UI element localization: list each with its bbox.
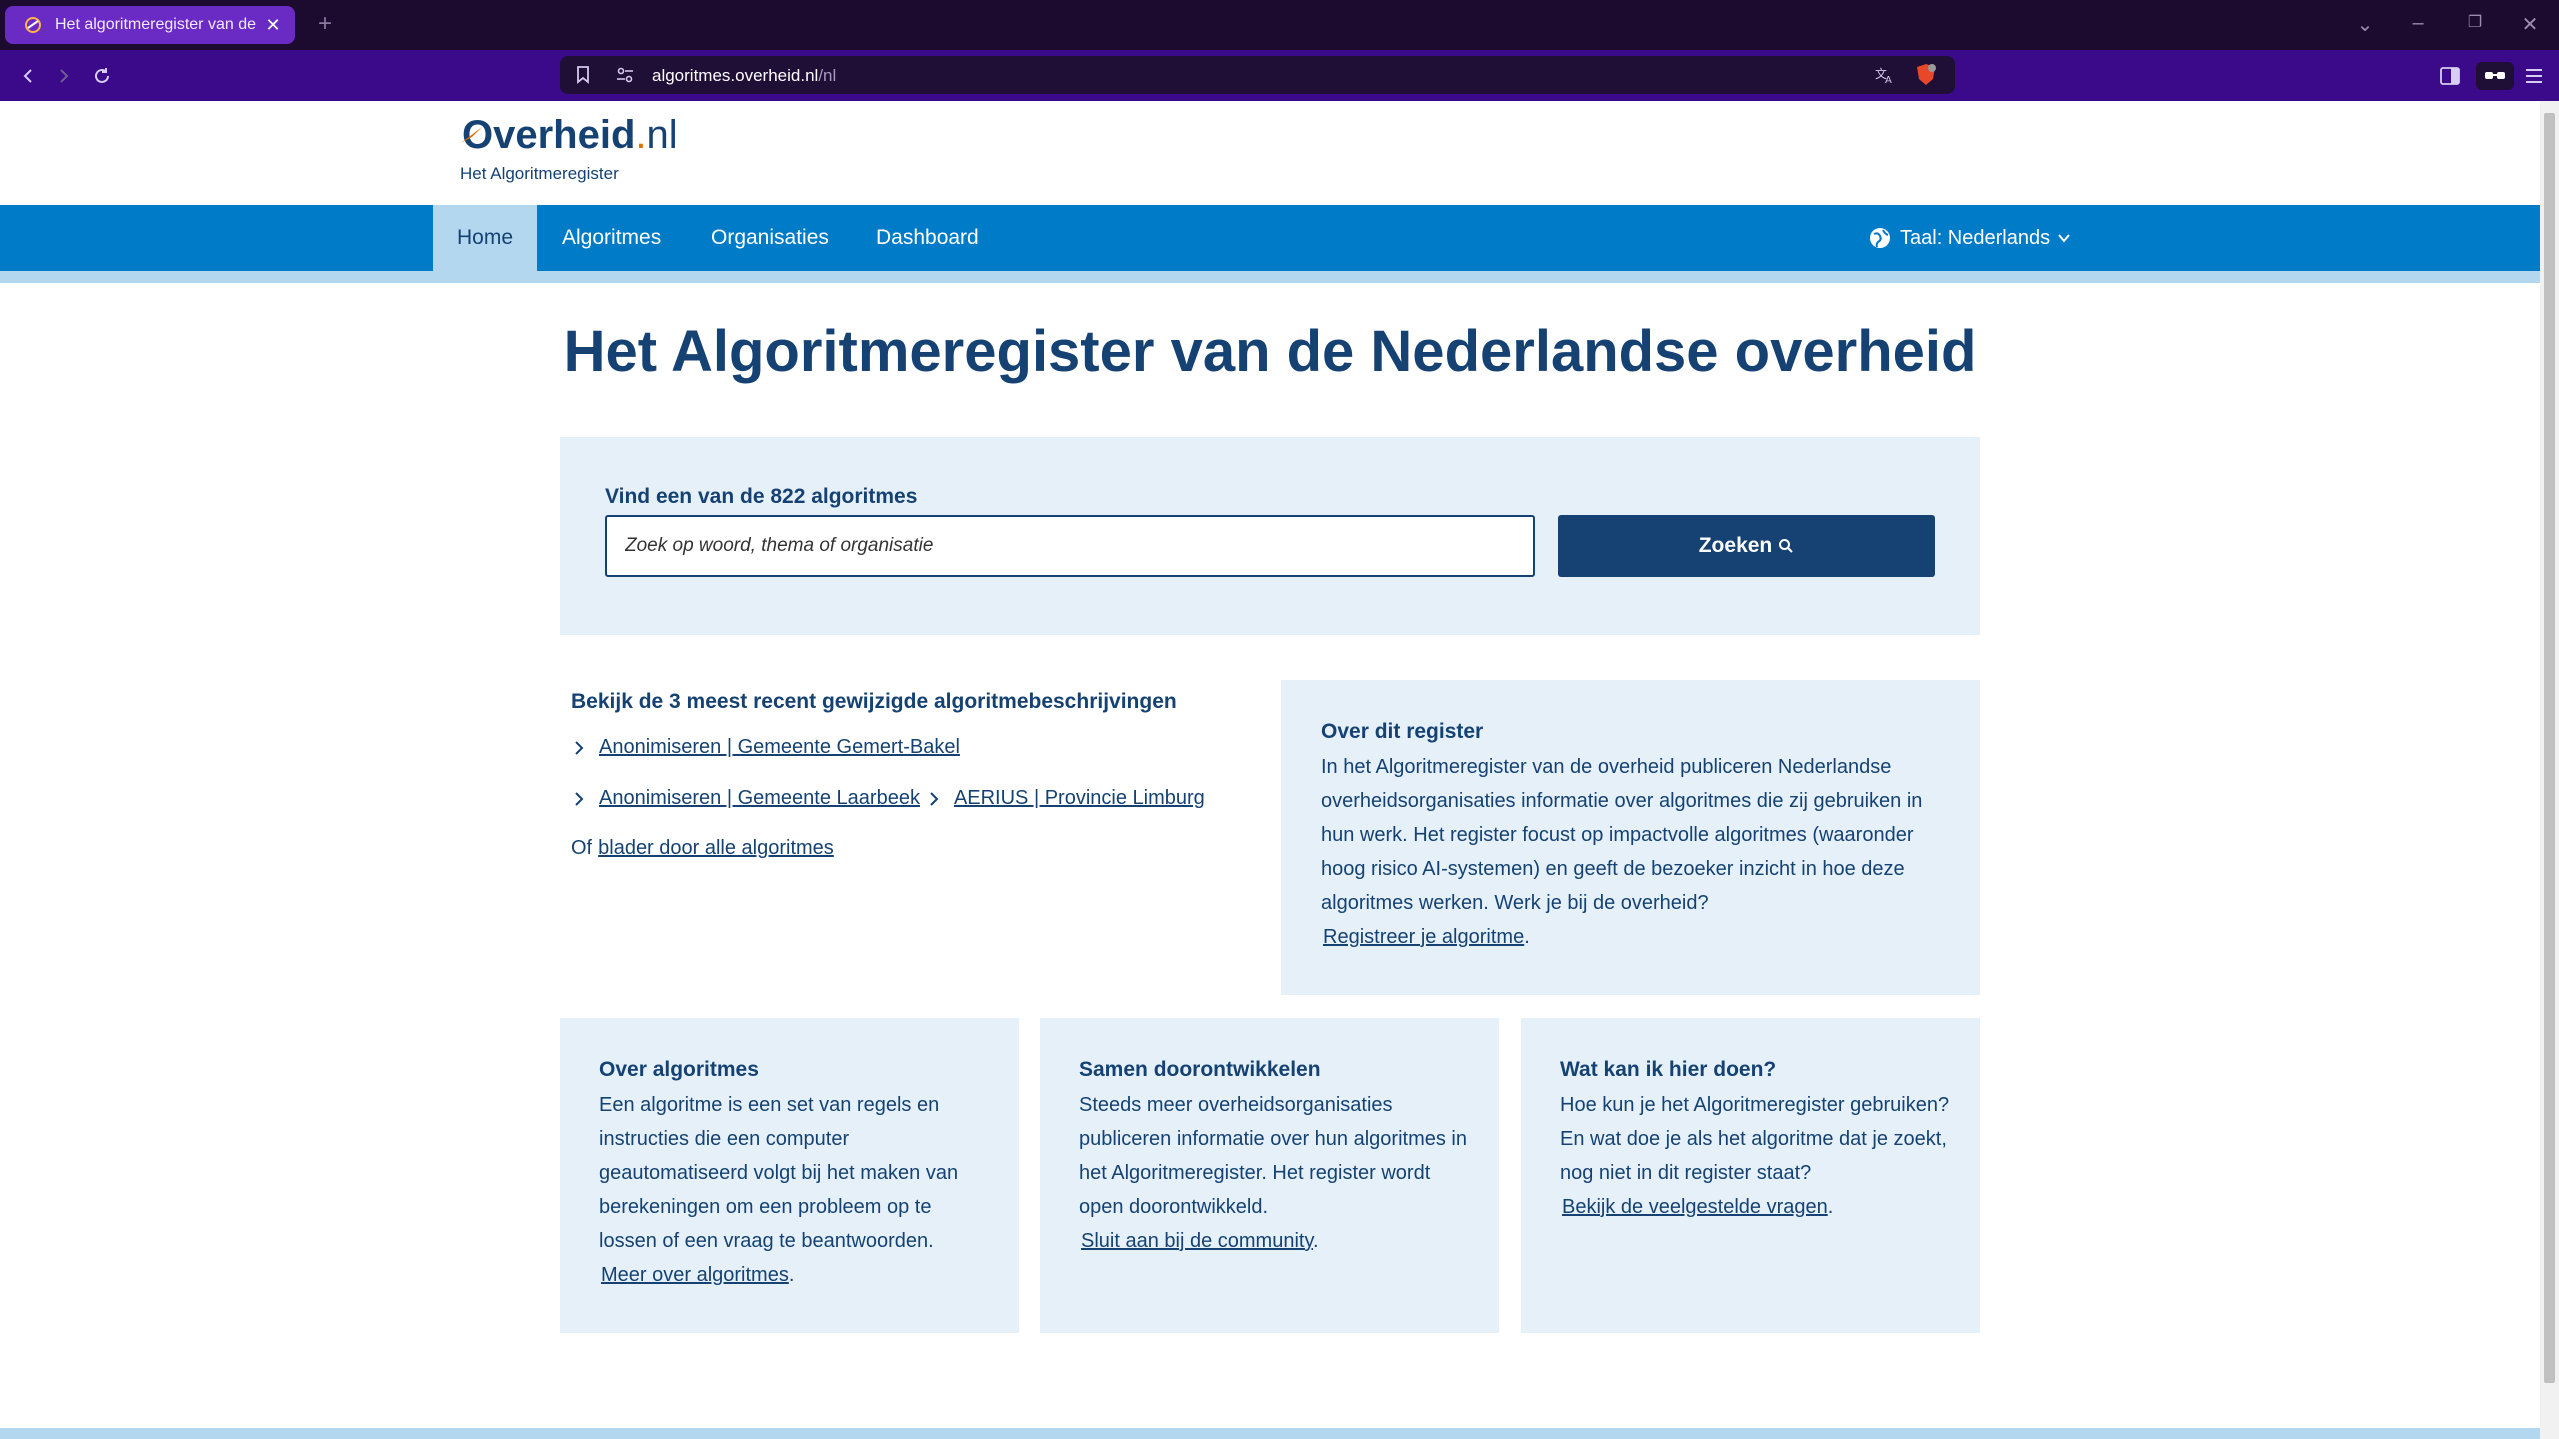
main-navigation: Home Algoritmes Organisaties Dashboard T… xyxy=(0,205,2540,271)
card-title: Wat kan ik hier doen? xyxy=(1560,1058,1777,1081)
card-samen-doorontwikkelen: Samen doorontwikkelen Steeds meer overhe… xyxy=(1040,1018,1499,1333)
card-text: Hoe kun je het Algoritmeregister gebruik… xyxy=(1560,1088,1950,1224)
browse-all-link[interactable]: blader door alle algoritmes xyxy=(598,837,834,860)
logo-dot: . xyxy=(635,113,647,157)
menu-icon[interactable] xyxy=(2520,62,2548,90)
close-window-button[interactable]: ✕ xyxy=(2515,12,2545,37)
card-title: Samen doorontwikkelen xyxy=(1079,1058,1321,1081)
join-community-link[interactable]: Sluit aan bij de community xyxy=(1081,1230,1313,1252)
language-selector[interactable]: Taal: Nederlands xyxy=(1868,205,2072,271)
search-button-label: Zoeken xyxy=(1698,534,1773,557)
about-title: Over dit register xyxy=(1321,720,1484,743)
card-body: Hoe kun je het Algoritmeregister gebruik… xyxy=(1560,1094,1950,1184)
language-label: Taal: Nederlands xyxy=(1900,226,2051,249)
recent-row-2: Anonimiseren | Gemeente Laarbeek AERIUS … xyxy=(571,787,1205,810)
reload-icon[interactable] xyxy=(88,62,116,90)
tab-title: Het algoritmeregister van de N xyxy=(55,16,261,33)
logo-text: Overheid xyxy=(462,113,636,157)
browse-prefix: Of xyxy=(571,837,593,859)
recent-algorithms: Bekijk de 3 meest recent gewijzigde algo… xyxy=(571,690,1271,859)
card-wat-kan-ik-hier-doen: Wat kan ik hier doen? Hoe kun je het Alg… xyxy=(1521,1018,1980,1333)
sidebar-icon[interactable] xyxy=(2436,62,2464,90)
url-domain: algoritmes.overheid.nl xyxy=(652,66,819,85)
globe-icon xyxy=(1870,228,1890,248)
search-button[interactable]: Zoeken xyxy=(1558,515,1935,577)
card-suffix: . xyxy=(788,1264,795,1286)
site-settings-icon[interactable] xyxy=(614,64,636,86)
browser-tab-bar: Het algoritmeregister van de N ✕ + ⌄ – ❐… xyxy=(0,0,2559,50)
browser-toolbar: algoritmes.overheid.nl/nl 文A xyxy=(0,50,2559,101)
scrollbar-thumb[interactable] xyxy=(2544,113,2555,1383)
recent-row-1: Anonimiseren | Gemeente Gemert-Bakel xyxy=(571,736,960,759)
restore-button[interactable]: ❐ xyxy=(2460,12,2490,32)
chevron-right-icon xyxy=(571,738,587,758)
back-arrow-icon[interactable] xyxy=(14,62,42,90)
recent-link-aerius[interactable]: AERIUS | Provincie Limburg xyxy=(954,787,1205,810)
nav-item-home[interactable]: Home xyxy=(433,205,537,271)
card-body: Een algoritme is een set van regels en i… xyxy=(599,1094,959,1252)
card-title: Over algoritmes xyxy=(599,1058,759,1081)
search-label: Vind een van de 822 algoritmes xyxy=(605,485,918,508)
chevron-right-icon xyxy=(571,789,587,809)
chevron-right-icon xyxy=(926,789,942,809)
search-panel: Vind een van de 822 algoritmes Zoeken xyxy=(560,437,1980,635)
card-suffix: . xyxy=(1312,1230,1319,1252)
nav-item-organisaties[interactable]: Organisaties xyxy=(686,205,854,271)
minimize-button[interactable]: – xyxy=(2403,12,2433,35)
address-bar[interactable]: algoritmes.overheid.nl/nl 文A xyxy=(560,56,1955,94)
url-path: /nl xyxy=(818,66,837,85)
forward-arrow-icon[interactable] xyxy=(50,62,78,90)
browse-all-row: Of blader door alle algoritmes xyxy=(571,837,834,860)
svg-text:A: A xyxy=(1885,75,1892,84)
logo-arrow-icon xyxy=(461,127,482,143)
overheid-favicon-icon xyxy=(23,15,43,35)
new-tab-button[interactable]: + xyxy=(312,12,338,38)
page-title: Het Algoritmeregister van de Nederlandse… xyxy=(563,319,1977,384)
page-scrollbar[interactable] xyxy=(2540,101,2559,1439)
brave-shield-icon[interactable] xyxy=(1915,64,1937,86)
logo-subtitle: Het Algoritmeregister xyxy=(460,164,619,183)
bookmark-icon[interactable] xyxy=(572,64,594,86)
translate-icon[interactable]: 文A xyxy=(1874,64,1896,86)
url-text[interactable]: algoritmes.overheid.nl/nl xyxy=(652,66,836,86)
site-logo[interactable]: Overheid. nl xyxy=(462,113,678,158)
about-register-panel: Over dit register In het Algoritmeregist… xyxy=(1281,680,1980,995)
site-header: Overheid. nl Het Algoritmeregister xyxy=(0,101,2540,205)
card-over-algoritmes: Over algoritmes Een algoritme is een set… xyxy=(560,1018,1019,1333)
faq-link[interactable]: Bekijk de veelgestelde vragen xyxy=(1562,1196,1828,1218)
register-algorithm-link[interactable]: Registreer je algoritme xyxy=(1323,926,1524,948)
logo-tld: nl xyxy=(646,113,678,157)
about-text: In het Algoritmeregister van de overheid… xyxy=(1321,750,1942,954)
card-text: Een algoritme is een set van regels en i… xyxy=(599,1088,989,1292)
browser-tab-active[interactable]: Het algoritmeregister van de N ✕ xyxy=(5,6,295,44)
recent-link-laarbeek[interactable]: Anonimiseren | Gemeente Laarbeek xyxy=(599,787,920,810)
close-icon[interactable]: ✕ xyxy=(261,13,285,37)
card-body: Steeds meer overheidsorganisaties public… xyxy=(1079,1094,1467,1218)
about-suffix: . xyxy=(1524,926,1530,948)
recent-link-gemert-bakel[interactable]: Anonimiseren | Gemeente Gemert-Bakel xyxy=(599,736,960,759)
card-text: Steeds meer overheidsorganisaties public… xyxy=(1079,1088,1469,1258)
wallet-icon[interactable] xyxy=(2476,62,2514,90)
nav-item-algoritmes[interactable]: Algoritmes xyxy=(537,205,686,271)
footer-strip xyxy=(0,1428,2540,1439)
search-icon xyxy=(1779,539,1793,553)
chevron-down-icon xyxy=(2058,234,2070,243)
card-suffix: . xyxy=(1827,1196,1834,1218)
about-body: In het Algoritmeregister van de overheid… xyxy=(1321,756,1923,914)
recent-title: Bekijk de 3 meest recent gewijzigde algo… xyxy=(571,690,1177,713)
more-about-algorithms-link[interactable]: Meer over algoritmes xyxy=(601,1264,789,1286)
nav-item-dashboard[interactable]: Dashboard xyxy=(851,205,1004,271)
tab-search-chevron-icon[interactable]: ⌄ xyxy=(2350,12,2380,37)
search-input[interactable] xyxy=(605,515,1535,577)
nav-bottom-strip xyxy=(0,271,2540,283)
